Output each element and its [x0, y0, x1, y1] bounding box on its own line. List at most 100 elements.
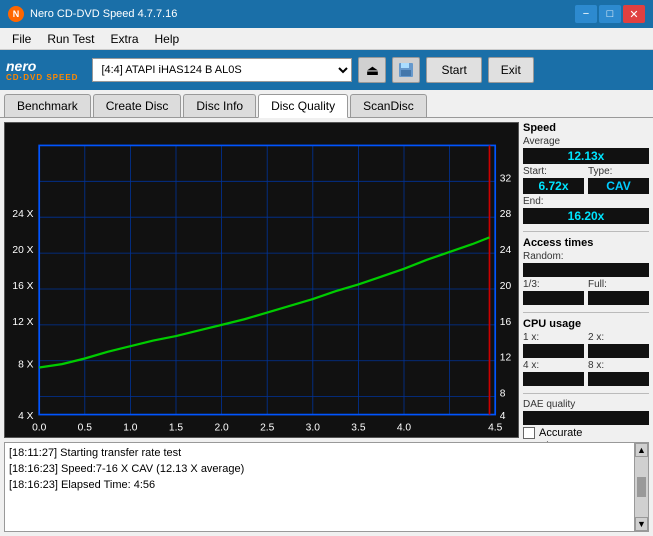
twox-stat: 2 x:	[588, 332, 649, 358]
eject-button[interactable]: ⏏	[358, 57, 386, 83]
logo: nero CD·DVD SPEED	[6, 59, 78, 82]
eightx-stat: 8 x:	[588, 360, 649, 386]
fourx-stat: 4 x:	[523, 360, 584, 386]
menu-extra[interactable]: Extra	[102, 30, 146, 48]
svg-text:24: 24	[500, 245, 512, 256]
start-end-row: Start: 6.72x Type: CAV	[523, 166, 649, 196]
dae-section: DAE quality Accurate stream	[523, 399, 649, 442]
svg-text:4.5: 4.5	[488, 422, 503, 433]
svg-text:20: 20	[500, 281, 512, 292]
access-title: Access times	[523, 237, 649, 249]
dae-stat: DAE quality	[523, 399, 649, 425]
tab-disc-quality[interactable]: Disc Quality	[258, 94, 348, 118]
svg-text:16: 16	[500, 317, 512, 328]
average-value: 12.13x	[523, 148, 649, 164]
svg-text:0.0: 0.0	[32, 422, 47, 433]
twox-value	[588, 344, 649, 358]
svg-text:2.5: 2.5	[260, 422, 275, 433]
logo-nero: nero	[6, 59, 36, 73]
svg-text:1.5: 1.5	[169, 422, 184, 433]
full-stat: Full:	[588, 279, 649, 305]
cpu-title: CPU usage	[523, 318, 649, 330]
svg-text:16 X: 16 X	[12, 281, 33, 292]
tab-disc-info[interactable]: Disc Info	[183, 94, 256, 117]
type-label: Type:	[588, 166, 649, 177]
main-layout: 4 X 8 X 12 X 16 X 20 X 24 X 4 8 12 16 20…	[0, 118, 653, 536]
right-panel: Speed Average 12.13x Start: 6.72x Type: …	[523, 118, 653, 442]
title-bar-controls: − □ ✕	[575, 5, 645, 23]
log-entry-1: [18:16:23] Speed:7-16 X CAV (12.13 X ave…	[9, 461, 630, 477]
access-row2: 1/3: Full:	[523, 279, 649, 307]
start-label: Start:	[523, 166, 584, 177]
log-entry-0: [18:11:27] Starting transfer rate test	[9, 445, 630, 461]
end-value: 16.20x	[523, 208, 649, 224]
scroll-up-button[interactable]: ▲	[635, 443, 648, 457]
accurate-stream-row: Accurate	[523, 427, 649, 439]
svg-text:4 X: 4 X	[18, 411, 34, 422]
tab-scan-disc[interactable]: ScanDisc	[350, 94, 427, 117]
app-icon: N	[8, 6, 24, 22]
dae-value	[523, 411, 649, 425]
speed-section: Speed Average 12.13x Start: 6.72x Type: …	[523, 122, 649, 226]
svg-text:0.5: 0.5	[78, 422, 93, 433]
svg-text:12 X: 12 X	[12, 317, 33, 328]
exit-button[interactable]: Exit	[488, 57, 534, 83]
onex-stat: 1 x:	[523, 332, 584, 358]
average-label: Average	[523, 136, 649, 147]
speed-title: Speed	[523, 122, 649, 134]
maximize-button[interactable]: □	[599, 5, 621, 23]
toolbar: nero CD·DVD SPEED [4:4] ATAPI iHAS124 B …	[0, 50, 653, 90]
menu-file[interactable]: File	[4, 30, 39, 48]
average-stat: Average 12.13x	[523, 136, 649, 164]
log-area: [18:11:27] Starting transfer rate test […	[4, 442, 649, 532]
minimize-button[interactable]: −	[575, 5, 597, 23]
onethird-stat: 1/3:	[523, 279, 584, 305]
svg-text:32: 32	[500, 173, 512, 184]
log-scrollbar: ▲ ▼	[634, 443, 648, 531]
log-content: [18:11:27] Starting transfer rate test […	[5, 443, 634, 531]
svg-text:2.0: 2.0	[214, 422, 229, 433]
scroll-thumb[interactable]	[637, 477, 646, 497]
drive-select[interactable]: [4:4] ATAPI iHAS124 B AL0S	[92, 58, 352, 82]
full-value	[588, 291, 649, 305]
svg-text:24 X: 24 X	[12, 209, 33, 220]
random-stat: Random:	[523, 251, 649, 277]
title-bar: N Nero CD-DVD Speed 4.7.7.16 − □ ✕	[0, 0, 653, 28]
svg-text:8: 8	[500, 389, 506, 400]
type-stat: Type: CAV	[588, 166, 649, 194]
start-value: 6.72x	[523, 178, 584, 194]
divider-2	[523, 312, 649, 313]
svg-text:4: 4	[500, 411, 506, 422]
end-stat: End: 16.20x	[523, 196, 649, 224]
tab-create-disc[interactable]: Create Disc	[93, 94, 182, 117]
svg-text:3.0: 3.0	[306, 422, 321, 433]
random-value	[523, 263, 649, 277]
menu-run-test[interactable]: Run Test	[39, 30, 102, 48]
eightx-label: 8 x:	[588, 360, 649, 371]
scroll-down-button[interactable]: ▼	[635, 517, 648, 531]
access-row1: Random:	[523, 251, 649, 279]
full-label: Full:	[588, 279, 649, 290]
menu-help[interactable]: Help	[147, 30, 188, 48]
start-button[interactable]: Start	[426, 57, 481, 83]
svg-text:28: 28	[500, 209, 512, 220]
chart-and-panel: 4 X 8 X 12 X 16 X 20 X 24 X 4 8 12 16 20…	[0, 118, 653, 442]
cpu-row1: 1 x: 2 x:	[523, 332, 649, 360]
type-value: CAV	[588, 178, 649, 194]
close-button[interactable]: ✕	[623, 5, 645, 23]
log-entry-2: [18:16:23] Elapsed Time: 4:56	[9, 477, 630, 493]
svg-text:1.0: 1.0	[123, 422, 138, 433]
save-button[interactable]	[392, 57, 420, 83]
cpu-row2: 4 x: 8 x:	[523, 360, 649, 388]
accurate-stream-checkbox[interactable]	[523, 427, 535, 439]
logo-sub: CD·DVD SPEED	[6, 73, 78, 82]
chart-container: 4 X 8 X 12 X 16 X 20 X 24 X 4 8 12 16 20…	[4, 122, 519, 438]
divider-3	[523, 393, 649, 394]
tab-benchmark[interactable]: Benchmark	[4, 94, 91, 117]
start-stat: Start: 6.72x	[523, 166, 584, 194]
svg-text:3.5: 3.5	[351, 422, 366, 433]
onex-value	[523, 344, 584, 358]
dae-title: DAE quality	[523, 399, 649, 410]
tabs: Benchmark Create Disc Disc Info Disc Qua…	[0, 90, 653, 118]
title-bar-title: Nero CD-DVD Speed 4.7.7.16	[30, 8, 177, 20]
